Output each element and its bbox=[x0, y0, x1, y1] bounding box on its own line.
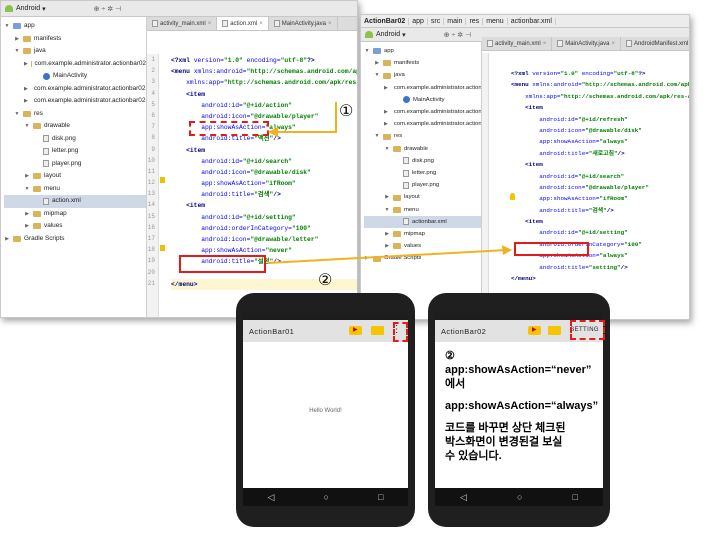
phone2-nav-bar: ◁ ○ □ bbox=[435, 488, 603, 506]
disk-icon[interactable] bbox=[371, 326, 384, 335]
disk-icon[interactable] bbox=[548, 326, 561, 335]
phone1-screen: ActionBar01 ▶ ⋮ Hello World! ◁ ○ □ bbox=[243, 313, 408, 506]
recents-icon[interactable]: □ bbox=[573, 492, 578, 502]
phone2-status-bar bbox=[435, 313, 603, 320]
note-line: 코드를 바꾸면 상단 체크된 bbox=[445, 422, 566, 434]
phone2-screen: ActionBar02 ▶ SETTING ② app:showAsAction=… bbox=[435, 313, 603, 506]
marker-one: ① bbox=[339, 103, 354, 120]
phone1-nav-bar: ◁ ○ □ bbox=[243, 488, 408, 506]
note-line: 박스화면이 변경된걸 보실 bbox=[445, 436, 563, 448]
hello-world-text: Hello World! bbox=[309, 408, 342, 414]
back-icon[interactable]: ◁ bbox=[268, 492, 275, 503]
note-line: ② bbox=[445, 350, 455, 362]
note-line: app:showAsAction=“always” bbox=[445, 400, 599, 412]
phone1-action-bar: ActionBar01 ▶ ⋮ bbox=[243, 320, 408, 342]
arrow-2-head bbox=[502, 245, 512, 255]
note-line: 에서 bbox=[445, 378, 466, 390]
recents-icon[interactable]: □ bbox=[378, 492, 383, 502]
highlight-box-setting bbox=[570, 320, 605, 340]
arrow-1-head bbox=[268, 127, 278, 137]
highlight-box-overflow bbox=[393, 322, 408, 342]
note-line: app:showAsAction=“never” bbox=[445, 364, 592, 376]
phone2-title: ActionBar02 bbox=[441, 326, 487, 336]
home-icon[interactable]: ○ bbox=[324, 492, 329, 502]
back-icon[interactable]: ◁ bbox=[460, 492, 467, 503]
player-icon[interactable]: ▶ bbox=[349, 326, 362, 335]
phone1-title: ActionBar01 bbox=[249, 326, 295, 336]
player-icon[interactable]: ▶ bbox=[528, 326, 541, 335]
arrow-2 bbox=[267, 249, 508, 264]
arrow-1 bbox=[270, 102, 337, 133]
note-line: 수 있습니다. bbox=[445, 450, 502, 462]
marker-two: ② bbox=[318, 272, 333, 289]
home-icon[interactable]: ○ bbox=[517, 492, 522, 502]
phone1-status-bar bbox=[243, 313, 408, 320]
phone-actionbar01: ActionBar01 ▶ ⋮ Hello World! ◁ ○ □ bbox=[236, 293, 415, 527]
